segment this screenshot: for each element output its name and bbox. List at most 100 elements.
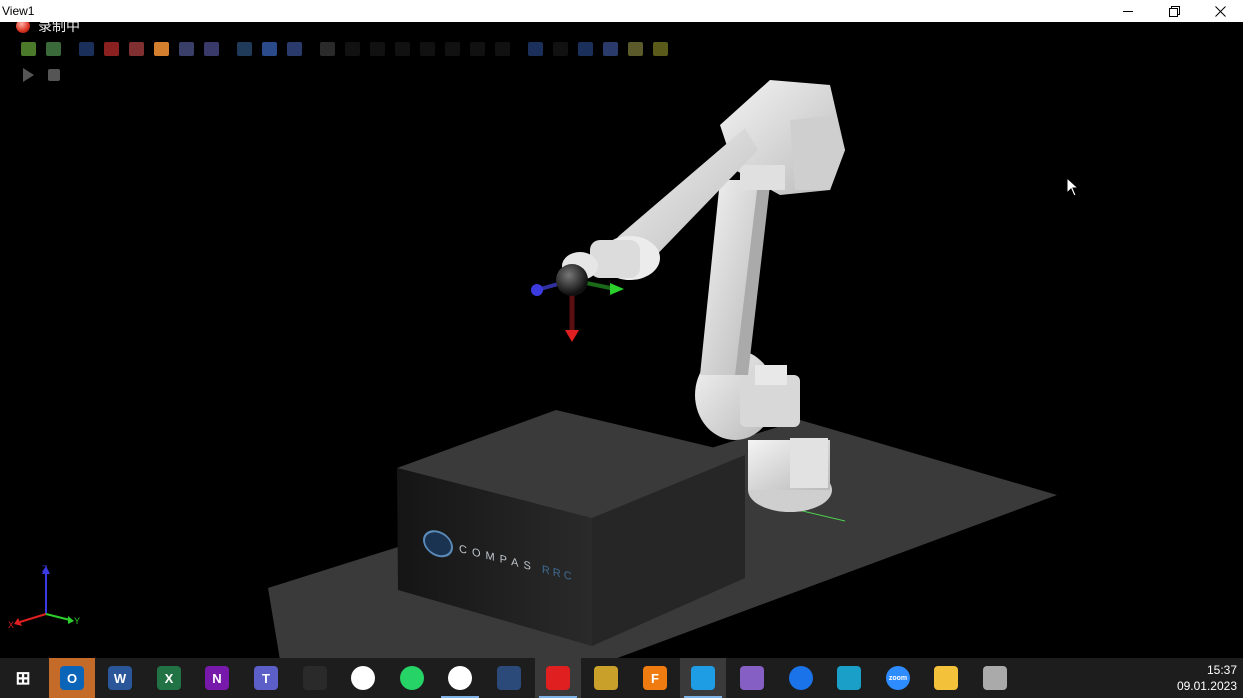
color-cube-button[interactable] [124,39,149,59]
play-button[interactable] [16,65,41,85]
vscode-taskbar-button[interactable] [680,658,726,698]
file-explorer-icon [934,666,958,690]
recorder-icon [546,666,570,690]
dot-small-button[interactable] [415,39,440,59]
dot-tiny-button[interactable] [490,39,515,59]
dot-corner-button[interactable] [390,39,415,59]
record-dot-icon [16,22,30,33]
word-icon: W [108,666,132,690]
visual-studio-icon [740,666,764,690]
recorder-taskbar-button[interactable] [535,658,581,698]
axis-label-z: Z [42,564,48,574]
start-taskbar-button[interactable]: ⊞ [0,658,46,698]
window-title: View1 [2,4,35,18]
whatsapp-taskbar-button[interactable] [389,658,435,698]
teams-icon: T [254,666,278,690]
onenote-taskbar-button[interactable]: N [194,658,240,698]
red-cube-button[interactable] [99,39,124,59]
solid-view-button[interactable] [16,39,41,59]
link-button[interactable] [199,39,224,59]
axis-label-x: X [8,620,14,630]
play-icon [23,68,34,82]
app-hex-taskbar-button[interactable] [486,658,532,698]
axis-icon [237,42,252,56]
recording-label: 录制中 [38,22,80,34]
chrome-taskbar-button[interactable] [437,658,483,698]
red-cube-icon [104,42,119,56]
path-blue-icon [578,42,593,56]
monitor-app-taskbar-button[interactable] [826,658,872,698]
robot-scene[interactable] [0,22,1243,658]
outlook-taskbar-button[interactable]: O [49,658,95,698]
path-blue-button[interactable] [573,39,598,59]
toolbar-separator [66,39,74,59]
dot-low-button[interactable] [465,39,490,59]
file-explorer-taskbar-button[interactable] [923,658,969,698]
transform-button[interactable] [282,39,307,59]
dot-button[interactable] [340,39,365,59]
dot-small-icon [420,42,435,56]
layers-icon [628,42,643,56]
object-group-button[interactable] [174,39,199,59]
viewport-toolbar [16,39,673,59]
3d-viewport[interactable]: COMPAS RRC 录制中 Z X Y [0,22,1243,658]
maps-pin-taskbar-button[interactable] [778,658,824,698]
solid-view-icon [21,42,36,56]
dot-tiny-icon [495,42,510,56]
arrow-left-button[interactable] [440,39,465,59]
visual-studio-taskbar-button[interactable] [729,658,775,698]
axis-button[interactable] [232,39,257,59]
excel-taskbar-button[interactable]: X [146,658,192,698]
minimize-icon [1123,10,1133,12]
world-axes-indicator: Z X Y [8,564,80,630]
ruler-icon [262,42,277,56]
path-alt-button[interactable] [548,39,573,59]
close-button[interactable] [1197,0,1243,22]
chat-app-taskbar-button[interactable] [292,658,338,698]
window-titlebar: View1 [0,0,1243,22]
dot-pair-button[interactable] [365,39,390,59]
robot-studio-taskbar-button[interactable] [583,658,629,698]
vscode-icon [691,666,715,690]
taskbar-clock[interactable]: 15:37 09.01.2023 [1177,662,1237,694]
restore-button[interactable] [1151,0,1197,22]
teams-taskbar-button[interactable]: T [243,658,289,698]
stop-icon [47,69,60,81]
mouse-cursor-icon [1066,177,1080,197]
path-button[interactable] [523,39,548,59]
word-taskbar-button[interactable]: W [97,658,143,698]
zoom-icon: zoom [886,666,910,690]
compas-logo-suffix: RRC [541,563,575,584]
restore-icon [1168,5,1180,17]
zoom-taskbar-button[interactable]: zoom [875,658,921,698]
layer-single-button[interactable] [648,39,673,59]
whatsapp-icon [400,666,424,690]
robot-studio-icon [594,666,618,690]
grid-dots-icon [320,42,335,56]
toolbar-separator [224,39,232,59]
axis-label-y: Y [74,616,80,626]
monitor-app-icon [837,666,861,690]
fusion360-taskbar-button[interactable]: F [632,658,678,698]
slack-taskbar-button[interactable] [340,658,386,698]
recording-indicator: 录制中 [16,22,80,36]
connect-button[interactable] [598,39,623,59]
excel-icon: X [157,666,181,690]
object-group-icon [179,42,194,56]
stop-button[interactable] [41,65,66,85]
connect-icon [603,42,618,56]
wire-view-icon [46,42,61,56]
grid-dots-button[interactable] [315,39,340,59]
dot-low-icon [470,42,485,56]
onenote-icon: N [205,666,229,690]
dot-pair-icon [370,42,385,56]
highlighted-object-button[interactable] [149,39,174,59]
remote-desktop-taskbar-button[interactable] [972,658,1018,698]
ruler-button[interactable] [257,39,282,59]
wire-view-button[interactable] [41,39,66,59]
dot-corner-icon [395,42,410,56]
frame-button[interactable] [74,39,99,59]
layers-button[interactable] [623,39,648,59]
path-alt-icon [553,42,568,56]
minimize-button[interactable] [1105,0,1151,22]
